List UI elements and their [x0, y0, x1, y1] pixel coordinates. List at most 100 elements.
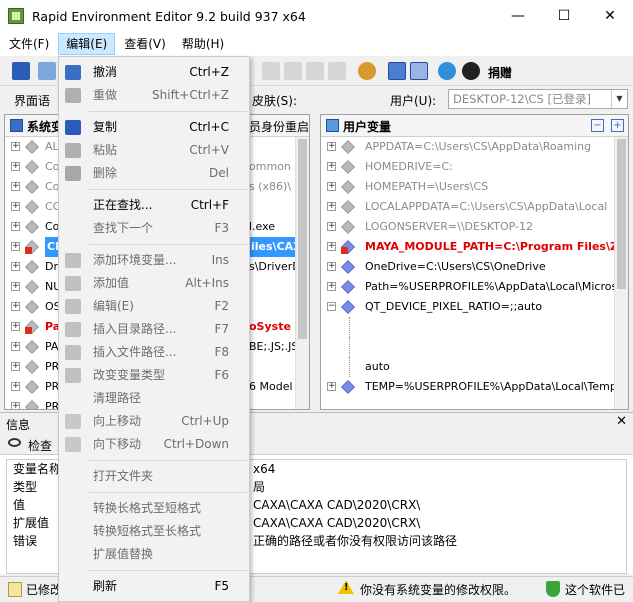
arrow-up-icon: [65, 414, 81, 429]
tree-row[interactable]: + Path=%USERPROFILE%\AppData\Local\Micros…: [321, 277, 614, 297]
variable-icon: [25, 400, 39, 409]
close-icon[interactable]: ✕: [616, 414, 627, 429]
gear-icon[interactable]: [358, 62, 376, 80]
menu-item-14[interactable]: 插入文件路径... F8: [59, 341, 249, 364]
tree-row[interactable]: + LOCALAPPDATA=C:\Users\CS\AppData\Local: [321, 197, 614, 217]
window-icon[interactable]: [388, 62, 406, 80]
edit-menu-dropdown: 撤消 Ctrl+Z 重做 Shift+Ctrl+Z 复制 Ctrl+C 粘贴 Ctrl+V 删除…: [58, 56, 250, 602]
menu-item-7[interactable]: 正在查找... Ctrl+F: [59, 194, 249, 217]
expand-icon[interactable]: +: [327, 262, 336, 271]
tree-row[interactable]: [321, 317, 614, 337]
menu-item-22[interactable]: 转换长格式至短格式: [59, 497, 249, 520]
tree-row[interactable]: − QT_DEVICE_PIXEL_RATIO=;;auto: [321, 297, 614, 317]
copy-icon[interactable]: [262, 62, 280, 80]
menu-item-17[interactable]: 向上移动 Ctrl+Up: [59, 410, 249, 433]
scrollbar[interactable]: [295, 137, 309, 409]
expand-icon[interactable]: +: [327, 282, 336, 291]
menu-help[interactable]: 帮助(H): [175, 33, 231, 55]
menu-item-3[interactable]: 复制 Ctrl+C: [59, 116, 249, 139]
menu-item-4[interactable]: 粘贴 Ctrl+V: [59, 139, 249, 162]
tree-row[interactable]: + APPDATA=C:\Users\CS\AppData\Roaming: [321, 137, 614, 157]
tree-row[interactable]: + HOMEDRIVE=C:: [321, 157, 614, 177]
expand-icon[interactable]: +: [11, 282, 20, 291]
save-icon[interactable]: [12, 62, 30, 80]
user-select[interactable]: DESKTOP-12\CS [已登录] ▼: [448, 89, 628, 109]
menu-item-label: 向上移动: [93, 414, 142, 428]
donate-button[interactable]: 捐赠: [488, 64, 512, 81]
menu-item-13[interactable]: 插入目录路径... F7: [59, 318, 249, 341]
expand-icon[interactable]: +: [11, 262, 20, 271]
collapse-all-icon[interactable]: −: [591, 119, 604, 132]
redo-icon: [65, 88, 81, 103]
menu-item-23[interactable]: 转换短格式至长格式: [59, 520, 249, 543]
expand-icon[interactable]: +: [11, 362, 20, 371]
expand-icon[interactable]: −: [327, 302, 336, 311]
expand-icon[interactable]: +: [11, 202, 20, 211]
expand-icon[interactable]: +: [327, 202, 336, 211]
user-variables-tree: + APPDATA=C:\Users\CS\AppData\Roaming + HOM…: [321, 137, 614, 409]
info-key: 类型: [13, 480, 38, 494]
tree-row[interactable]: + TEMP=%USERPROFILE%\AppData\Local\Temp: [321, 377, 614, 397]
expand-icon[interactable]: +: [327, 242, 336, 251]
expand-icon[interactable]: +: [327, 162, 336, 171]
expand-icon[interactable]: +: [327, 182, 336, 191]
menu-item-0[interactable]: 撤消 Ctrl+Z: [59, 61, 249, 84]
menu-item-24[interactable]: 扩展值替换: [59, 543, 249, 566]
arrow-up-icon[interactable]: [306, 62, 324, 80]
menu-item-16[interactable]: 清理路径: [59, 387, 249, 410]
restart-as-admin-link[interactable]: 员身份重启: [249, 118, 309, 135]
tree-row[interactable]: + LOGONSERVER=\\DESKTOP-12: [321, 217, 614, 237]
expand-icon[interactable]: +: [11, 322, 20, 331]
menu-item-15[interactable]: 改变变量类型 F6: [59, 364, 249, 387]
expand-icon[interactable]: +: [11, 302, 20, 311]
menu-item-5[interactable]: 删除 Del: [59, 162, 249, 185]
menu-file[interactable]: 文件(F): [2, 33, 56, 55]
scrollbar-thumb[interactable]: [298, 139, 307, 339]
menu-edit[interactable]: 编辑(E): [58, 33, 116, 55]
menu-item-12[interactable]: 编辑(E) F2: [59, 295, 249, 318]
expand-icon[interactable]: +: [11, 162, 20, 171]
tag-icon[interactable]: [284, 62, 302, 80]
tree-row[interactable]: + MAYA_MODULE_PATH=C:\Program Files\Ziv: [321, 237, 614, 257]
arrow-down-icon[interactable]: [328, 62, 346, 80]
menu-item-8[interactable]: 查找下一个 F3: [59, 217, 249, 240]
expand-icon[interactable]: +: [11, 222, 20, 231]
close-button[interactable]: ✕: [587, 0, 633, 32]
maximize-button[interactable]: ☐: [541, 0, 587, 32]
menu-item-1[interactable]: 重做 Shift+Ctrl+Z: [59, 84, 249, 107]
scrollbar[interactable]: [614, 137, 628, 409]
tree-row[interactable]: [321, 337, 614, 357]
variable-icon: [25, 180, 39, 194]
expand-icon[interactable]: +: [11, 142, 20, 151]
expand-icon[interactable]: +: [11, 382, 20, 391]
help-icon[interactable]: [462, 62, 480, 80]
expand-icon[interactable]: +: [11, 342, 20, 351]
menu-item-10[interactable]: 添加环境变量... Ins: [59, 249, 249, 272]
menu-item-26[interactable]: 刷新 F5: [59, 575, 249, 598]
expand-all-icon[interactable]: +: [611, 119, 624, 132]
inspect-tab[interactable]: 检查: [28, 437, 52, 454]
variable-entry: Path=%USERPROFILE%\AppData\Local\Microso…: [365, 280, 614, 293]
tag-view-icon[interactable]: [410, 62, 428, 80]
expand-icon[interactable]: +: [327, 142, 336, 151]
menu-item-shortcut: Ctrl+F: [190, 198, 229, 212]
expand-icon[interactable]: +: [11, 402, 20, 409]
menu-item-20[interactable]: 打开文件夹: [59, 465, 249, 488]
minimize-button[interactable]: —: [495, 0, 541, 32]
scrollbar-thumb[interactable]: [617, 139, 626, 289]
expand-icon[interactable]: +: [11, 242, 20, 251]
menu-view[interactable]: 查看(V): [117, 33, 173, 55]
panel-title: 用户变量: [343, 120, 392, 134]
tree-row[interactable]: auto: [321, 357, 614, 377]
expand-icon[interactable]: +: [327, 222, 336, 231]
globe-icon[interactable]: [438, 62, 456, 80]
expand-icon[interactable]: +: [11, 182, 20, 191]
menu-item-shortcut: Ctrl+Up: [181, 414, 229, 428]
undo-icon: [65, 65, 81, 80]
menu-item-18[interactable]: 向下移动 Ctrl+Down: [59, 433, 249, 456]
expand-icon[interactable]: +: [327, 382, 336, 391]
tree-row[interactable]: + HOMEPATH=\Users\CS: [321, 177, 614, 197]
tree-row[interactable]: + OneDrive=C:\Users\CS\OneDrive: [321, 257, 614, 277]
undo-icon[interactable]: [38, 62, 56, 80]
menu-item-11[interactable]: 添加值 Alt+Ins: [59, 272, 249, 295]
